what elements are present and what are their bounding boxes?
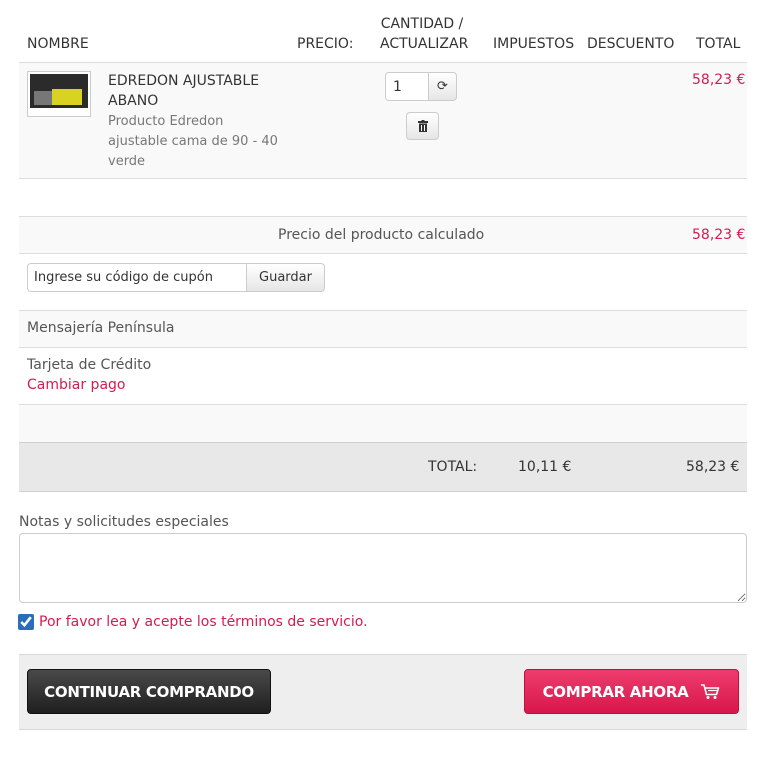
product-description-line2: ajustable cama de 90 - 40 — [108, 134, 278, 149]
notes-label: Notas y solicitudes especiales — [19, 514, 229, 530]
product-description: Producto Edredon ajustable cama de 90 - … — [108, 112, 278, 172]
buy-now-button[interactable]: COMPRAR AHORA — [524, 669, 739, 714]
product-title[interactable]: EDREDON AJUSTABLE ABANO — [108, 71, 259, 111]
column-header-taxes: IMPUESTOS — [493, 36, 575, 52]
column-header-discount: DESCUENTO — [587, 36, 675, 52]
column-header-quantity-line2: ACTUALIZAR — [380, 36, 469, 52]
terms-checkbox[interactable] — [18, 614, 34, 630]
shipping-label: Mensajería Península — [27, 320, 175, 336]
product-description-line3: verde — [108, 154, 146, 169]
column-header-total: TOTAL — [696, 36, 741, 52]
product-title-line1: EDREDON AJUSTABLE — [108, 73, 260, 89]
cart-icon — [701, 683, 720, 699]
change-payment-link[interactable]: Cambiar pago — [27, 377, 125, 393]
remove-product-button[interactable] — [406, 112, 439, 140]
empty-row — [19, 405, 747, 442]
subtotal-value: 58,23 € — [692, 227, 746, 243]
continue-shopping-button[interactable]: CONTINUAR COMPRANDO — [27, 669, 271, 714]
update-quantity-button[interactable]: ⟳ — [428, 72, 457, 101]
coupon-save-button[interactable]: Guardar — [246, 263, 325, 292]
product-description-line1: Producto Edredon — [108, 114, 224, 129]
product-thumbnail[interactable] — [27, 71, 91, 117]
product-title-line2: ABANO — [108, 93, 159, 109]
refresh-icon: ⟳ — [437, 79, 448, 94]
product-total: 58,23 € — [692, 72, 746, 88]
trash-icon — [417, 120, 428, 132]
payment-method: Tarjeta de Crédito — [27, 357, 152, 373]
total-value: 58,23 € — [686, 459, 740, 475]
column-header-quantity-line1: CANTIDAD / — [380, 16, 464, 32]
terms-link[interactable]: Por favor lea y acepte los términos de s… — [39, 614, 368, 630]
notes-textarea[interactable] — [19, 533, 747, 603]
buy-now-label: COMPRAR AHORA — [542, 682, 689, 701]
column-header-price: PRECIO: — [297, 36, 354, 52]
total-label: TOTAL: — [428, 459, 478, 475]
column-header-name: NOMBRE — [27, 36, 89, 52]
total-row — [19, 442, 747, 492]
total-taxes: 10,11 € — [518, 459, 572, 475]
quantity-input[interactable] — [385, 72, 429, 101]
subtotal-label: Precio del producto calculado — [278, 227, 485, 243]
continue-shopping-label: CONTINUAR COMPRANDO — [44, 682, 254, 701]
column-header-quantity: CANTIDAD / ACTUALIZAR — [380, 14, 469, 54]
coupon-input[interactable] — [27, 263, 247, 292]
